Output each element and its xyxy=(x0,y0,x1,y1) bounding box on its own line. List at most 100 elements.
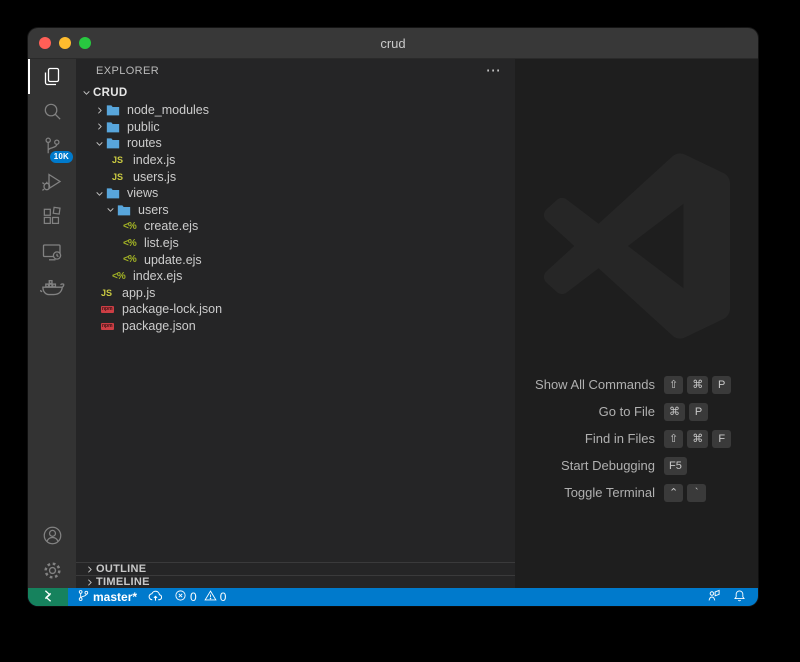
shortcut-row: Toggle Terminal⌃` xyxy=(515,479,758,506)
chevron-down-icon[interactable] xyxy=(93,189,106,198)
activity-item-remote-explorer[interactable] xyxy=(28,234,76,269)
activity-bar: 10K xyxy=(28,59,76,588)
settings-icon xyxy=(41,559,64,582)
tree-item-views[interactable]: views xyxy=(76,185,515,202)
keycap: F5 xyxy=(664,457,687,475)
file-label: public xyxy=(127,120,160,134)
scm-badge: 10K xyxy=(50,151,73,163)
chevron-right-icon[interactable] xyxy=(93,106,106,115)
activity-item-source-control[interactable]: 10K xyxy=(28,129,76,164)
extensions-icon xyxy=(41,205,64,228)
search-icon xyxy=(41,100,64,123)
js-file-icon: JS xyxy=(112,172,130,182)
folder-icon xyxy=(106,137,124,149)
shortcut-row: Start DebuggingF5 xyxy=(515,452,758,479)
npm-file-icon: npm xyxy=(101,323,119,330)
tree-item-index-js[interactable]: JSindex.js xyxy=(76,152,515,169)
cloud-upload-icon xyxy=(148,589,163,605)
root-folder-label: CRUD xyxy=(93,87,127,99)
keycap: ` xyxy=(687,484,706,502)
docker-icon xyxy=(40,274,65,299)
tree-item-index-ejs[interactable]: <%index.ejs xyxy=(76,268,515,285)
shortcut-keys: F5 xyxy=(664,457,687,475)
activity-item-docker[interactable] xyxy=(28,269,76,304)
branch-status[interactable]: master* xyxy=(77,589,137,605)
notifications-bell-icon[interactable] xyxy=(733,589,746,606)
activity-item-explorer[interactable] xyxy=(28,59,76,94)
tree-item-package-lock-json[interactable]: npmpackage-lock.json xyxy=(76,301,515,318)
shortcut-row: Find in Files⇧⌘F xyxy=(515,425,758,452)
explorer-icon xyxy=(40,65,64,89)
file-label: index.js xyxy=(133,153,175,167)
remote-explorer-icon xyxy=(40,240,64,264)
activity-item-extensions[interactable] xyxy=(28,199,76,234)
ejs-file-icon: <% xyxy=(112,271,130,282)
chevron-down-icon[interactable] xyxy=(93,139,106,148)
shortcut-keys: ⇧⌘P xyxy=(664,376,731,394)
activity-item-search[interactable] xyxy=(28,94,76,129)
tree-item-users-js[interactable]: JSusers.js xyxy=(76,168,515,185)
file-label: package.json xyxy=(122,319,196,333)
file-label: app.js xyxy=(122,286,155,300)
tree-item-users[interactable]: users xyxy=(76,202,515,219)
chevron-down-icon[interactable] xyxy=(104,205,117,214)
status-bar: master* 0 xyxy=(28,588,758,606)
section-label: OUTLINE xyxy=(96,563,146,575)
section-outline[interactable]: OUTLINE xyxy=(76,562,515,575)
activity-item-run-debug[interactable] xyxy=(28,164,76,199)
shortcut-keys: ⌘P xyxy=(664,403,708,421)
file-tree: node_modulespublicroutesJSindex.jsJSuser… xyxy=(76,102,515,334)
tree-item-node-modules[interactable]: node_modules xyxy=(76,102,515,119)
tree-item-package-json[interactable]: npmpackage.json xyxy=(76,318,515,335)
minimize-window-button[interactable] xyxy=(59,37,71,49)
file-label: views xyxy=(127,186,158,200)
file-label: users.js xyxy=(133,170,176,184)
activity-item-account[interactable] xyxy=(28,518,76,553)
shortcut-keys: ⇧⌘F xyxy=(664,430,731,448)
keycap: ⌃ xyxy=(664,484,683,502)
warning-count: 0 xyxy=(220,590,227,604)
traffic-lights xyxy=(28,37,91,49)
folder-icon xyxy=(117,204,135,216)
title-bar[interactable]: crud xyxy=(28,28,758,59)
shortcut-label: Go to File xyxy=(515,404,655,419)
js-file-icon: JS xyxy=(101,288,119,298)
more-actions-icon[interactable]: ⋯ xyxy=(486,66,501,76)
ejs-file-icon: <% xyxy=(123,221,141,232)
problems-status[interactable]: 0 0 xyxy=(174,589,226,605)
ejs-file-icon: <% xyxy=(123,254,141,265)
tree-item-routes[interactable]: routes xyxy=(76,135,515,152)
feedback-icon[interactable] xyxy=(707,589,721,605)
branch-name: master* xyxy=(93,590,137,604)
tree-item-list-ejs[interactable]: <%list.ejs xyxy=(76,235,515,252)
publish-changes-button[interactable] xyxy=(148,589,163,605)
keycap: F xyxy=(712,430,731,448)
file-label: routes xyxy=(127,136,162,150)
close-window-button[interactable] xyxy=(39,37,51,49)
file-label: list.ejs xyxy=(144,236,179,250)
activity-item-settings[interactable] xyxy=(28,553,76,588)
chevron-right-icon xyxy=(82,578,96,587)
tree-item-public[interactable]: public xyxy=(76,119,515,136)
keycap: ⇧ xyxy=(664,376,683,394)
remote-icon xyxy=(41,589,55,606)
zoom-window-button[interactable] xyxy=(79,37,91,49)
chevron-down-icon[interactable] xyxy=(80,88,93,97)
tree-item-update-ejs[interactable]: <%update.ejs xyxy=(76,251,515,268)
error-count: 0 xyxy=(190,590,197,604)
account-icon xyxy=(41,524,64,547)
keycap: ⌘ xyxy=(664,403,685,421)
folder-icon xyxy=(106,121,124,133)
error-icon xyxy=(174,589,187,605)
tree-root-crud[interactable]: CRUD xyxy=(76,83,515,102)
file-label: index.ejs xyxy=(133,269,182,283)
tree-item-app-js[interactable]: JSapp.js xyxy=(76,285,515,302)
sidebar-sections: OUTLINETIMELINE xyxy=(76,562,515,588)
keycap: P xyxy=(689,403,708,421)
tree-item-create-ejs[interactable]: <%create.ejs xyxy=(76,218,515,235)
file-label: update.ejs xyxy=(144,253,202,267)
file-label: node_modules xyxy=(127,103,209,117)
remote-indicator[interactable] xyxy=(28,588,68,606)
chevron-right-icon[interactable] xyxy=(93,122,106,131)
section-timeline[interactable]: TIMELINE xyxy=(76,575,515,588)
